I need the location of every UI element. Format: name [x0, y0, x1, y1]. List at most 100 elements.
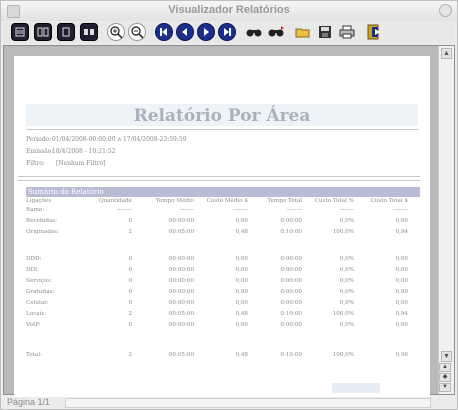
column-header: Ligações [26, 198, 52, 204]
table-cell: 0,00 [395, 267, 408, 273]
column-header: Custo Total % [314, 198, 354, 204]
table-cell: 0:00:00 [280, 289, 302, 295]
total-highlight [332, 383, 380, 393]
table-cell: 0 [128, 300, 132, 306]
table-cell: 00:05:00 [168, 229, 194, 235]
table-cell: -------- [178, 207, 194, 213]
close-button[interactable] [439, 4, 452, 17]
exit-icon[interactable] [365, 23, 383, 41]
first-page-icon[interactable] [155, 23, 173, 41]
divider [18, 176, 420, 177]
table-row: Celular: 0 00:00:00 0,00 0:00:00 0,0% 0,… [26, 300, 420, 309]
table-cell: 00:00:00 [168, 300, 194, 306]
table-row: DDD: 0 00:00:00 0,00 0:00:00 0,0% 0,00 [26, 256, 420, 265]
table-cell: 0,00 [395, 289, 408, 295]
horizontal-scrollbar[interactable] [65, 398, 431, 408]
table-cell: 0,00 [235, 256, 248, 262]
vertical-scrollbar[interactable]: ▲ ▼ [438, 46, 454, 394]
meta-period: Período:01/04/2008-00:00:00 a 17/04/2008… [26, 136, 187, 143]
find-icon[interactable] [245, 23, 263, 41]
column-header: Custo Médio $ [206, 198, 248, 204]
table-cell: 0,00 [395, 218, 408, 224]
table-cell: 0,00 [395, 256, 408, 262]
view-facing-icon[interactable] [34, 23, 52, 41]
table-cell: 00:05:00 [168, 311, 194, 317]
column-header: Tempo Médio [155, 198, 194, 204]
table-cell: 0,0% [339, 322, 354, 328]
scroll-down-icon[interactable]: ▼ [441, 351, 452, 362]
table-cell: 0 [128, 267, 132, 273]
table-cell: 0,94 [395, 229, 408, 235]
table-cell: 2 [128, 352, 132, 358]
report-viewport[interactable]: Relatório Por Área Período:01/04/2008-00… [3, 45, 455, 400]
table-cell: Locais: [26, 311, 47, 317]
table-cell: 0:00:00 [280, 278, 302, 284]
report-title: Relatório Por Área [133, 106, 311, 126]
table-cell: 0:10:00 [280, 229, 302, 235]
view-single-icon[interactable] [11, 23, 29, 41]
divider [18, 180, 420, 181]
column-header: Custo Total $ [370, 198, 408, 204]
table-cell: 0 [128, 278, 132, 284]
table-cell: 0,00 [395, 300, 408, 306]
scroll-page-up-icon[interactable]: ▲ [439, 363, 451, 372]
table-cell: -------- [286, 207, 302, 213]
table-cell: 0:00:00 [280, 300, 302, 306]
table-cell: 0,00 [235, 300, 248, 306]
table-cell: 0:00:00 [280, 322, 302, 328]
table-cell: VoIP: [26, 322, 41, 328]
status-bar: Página 1/1 [3, 397, 455, 409]
report-page: Relatório Por Área Período:01/04/2008-00… [14, 56, 430, 400]
prev-page-icon[interactable] [176, 23, 194, 41]
table-cell: 00:00:00 [168, 278, 194, 284]
table-cell: 00:00:00 [168, 289, 194, 295]
next-page-icon[interactable] [197, 23, 215, 41]
page-indicator: Página 1/1 [7, 397, 51, 407]
table-cell: -------- [116, 207, 132, 213]
table-cell: 0:10:00 [280, 311, 302, 317]
table-cell: 100,0% [332, 311, 354, 317]
view-multi-icon[interactable] [80, 23, 98, 41]
table-cell: 100,0% [332, 352, 354, 358]
table-cell: Recebidas: [26, 218, 58, 224]
column-header: Quantidade [99, 198, 132, 204]
scroll-up-icon[interactable]: ▲ [441, 48, 452, 59]
save-icon[interactable] [316, 23, 334, 41]
table-cell: 0:00:00 [280, 256, 302, 262]
scroll-page-down-icon[interactable]: ▼ [439, 383, 451, 392]
table-cell: 100,0% [332, 229, 354, 235]
table-row: Recebidas: 0 00:00:00 0,00 0:00:00 0,0% … [26, 218, 420, 227]
table-cell: -------- [232, 207, 248, 213]
table-row: Ramo: -------- -------- -------- -------… [26, 207, 420, 216]
table-cell: 0 [128, 289, 132, 295]
table-cell: 0,00 [395, 322, 408, 328]
table-cell: 0,0% [339, 300, 354, 306]
table-row: DDI: 0 00:00:00 0,00 0:00:00 0,0% 0,00 [26, 267, 420, 276]
table-cell: 0,0% [339, 278, 354, 284]
print-icon[interactable] [338, 23, 356, 41]
table-cell: -------- [392, 207, 408, 213]
table-cell: Total: [26, 352, 42, 358]
view-fit-icon[interactable] [57, 23, 75, 41]
last-page-icon[interactable] [218, 23, 236, 41]
column-header: Tempo Total [267, 198, 302, 204]
table-cell: -------- [338, 207, 354, 213]
table-cell: 0:00:00 [280, 267, 302, 273]
scroll-page-mid-icon[interactable]: ◆ [439, 373, 451, 382]
find-next-icon[interactable] [267, 23, 285, 41]
table-cell: 2 [128, 311, 132, 317]
table-cell: Celular: [26, 300, 49, 306]
zoom-out-icon[interactable] [128, 23, 146, 41]
table-cell: 0:10:00 [280, 352, 302, 358]
summary-title: Sumário do Relatório [28, 188, 104, 196]
table-cell: 0,0% [339, 267, 354, 273]
table-cell: 0,0% [339, 256, 354, 262]
table-cell: 0,00 [235, 267, 248, 273]
table-cell: DDI: [26, 267, 40, 273]
table-cell: 0 [128, 322, 132, 328]
table-row: Gratuitas: 0 00:00:00 0,00 0:00:00 0,0% … [26, 289, 420, 298]
table-cell: 00:00:00 [168, 322, 194, 328]
table-cell: Serviços: [26, 278, 53, 284]
open-icon[interactable] [294, 23, 312, 41]
zoom-in-icon[interactable] [107, 23, 125, 41]
